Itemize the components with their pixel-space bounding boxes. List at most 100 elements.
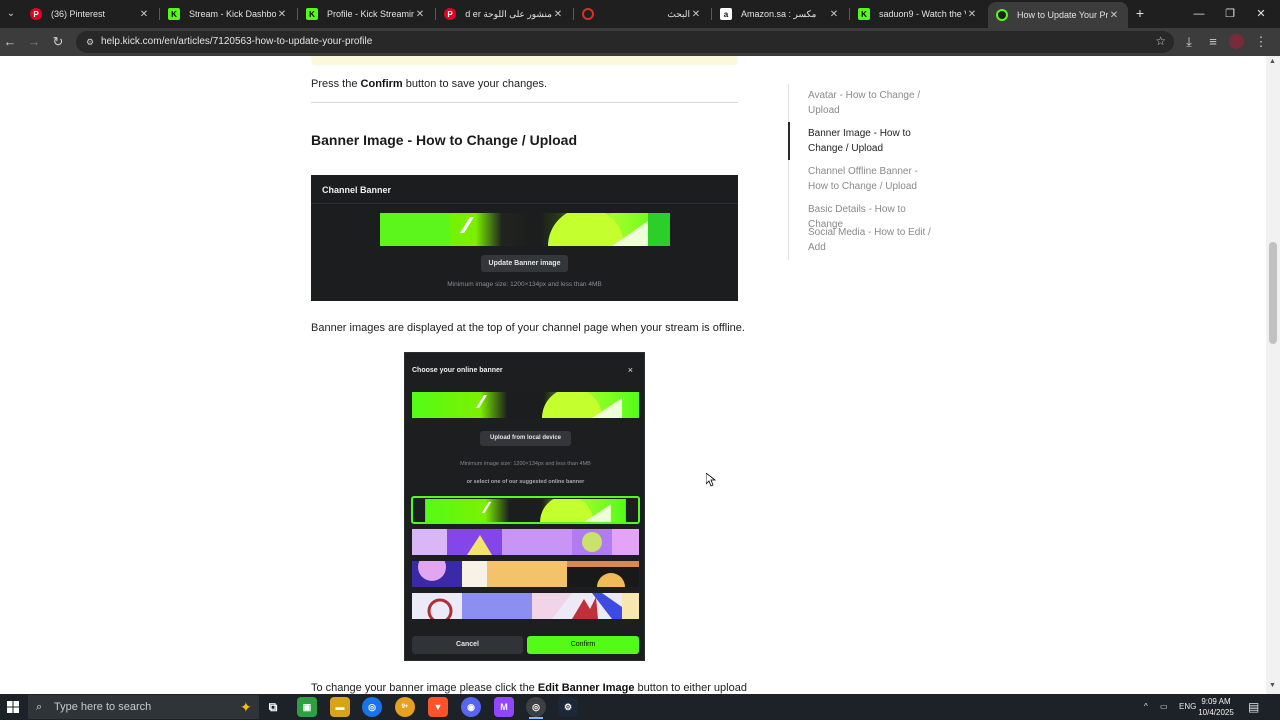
suggested-banner-purple (412, 529, 639, 555)
notifications-icon[interactable]: ▤ (1248, 694, 1259, 720)
banner-artwork (380, 213, 670, 246)
close-tab-icon[interactable]: ✕ (690, 9, 702, 20)
screenshot-title: Channel Banner (322, 185, 392, 195)
close-tab-icon[interactable]: ✕ (828, 9, 840, 20)
download-icon[interactable]: ⤓ (1179, 32, 1199, 52)
notification-badge: 9+ (401, 704, 409, 710)
divider (311, 203, 738, 204)
close-tab-icon[interactable]: ✕ (276, 9, 288, 20)
toc-item-avatar[interactable]: Avatar - How to Change / Upload (808, 88, 938, 118)
section-heading: Banner Image - How to Change / Upload (311, 132, 578, 148)
update-banner-button: Update Banner image (481, 255, 568, 272)
task-view-icon[interactable]: ⧉ (263, 697, 283, 717)
network-icon[interactable]: ▭ (1160, 694, 1168, 720)
toc-item-offline-banner[interactable]: Channel Offline Banner - How to Change /… (808, 164, 938, 194)
close-tab-icon[interactable]: ✕ (414, 9, 426, 20)
close-tab-icon[interactable]: ✕ (552, 9, 564, 20)
toc-item-social-media[interactable]: Social Media - How to Edit / Add (808, 225, 938, 255)
tab-title: Profile - Kick Streaming (327, 9, 414, 19)
tab-pinterest[interactable]: P (36) Pinterest ✕ (22, 2, 158, 26)
tab-search[interactable]: البحث ✕ (574, 2, 710, 26)
current-banner-artwork (412, 392, 639, 418)
clock[interactable]: 9:09 AM 10/4/2025 (1196, 696, 1236, 718)
red-circle-icon (582, 8, 594, 20)
close-tab-icon[interactable]: ✕ (1108, 10, 1120, 21)
modal-title: Choose your online banner (412, 367, 503, 374)
steam-icon[interactable]: ⚙ (558, 697, 578, 717)
cancel-button: Cancel (412, 636, 523, 654)
text-span: To change your banner image please click… (311, 682, 538, 694)
tab-title: البحث (667, 8, 690, 19)
tab-kick-profile[interactable]: K Profile - Kick Streaming ✕ (298, 2, 434, 26)
media-queue-icon[interactable]: ≡ (1203, 32, 1223, 52)
tab-title: (36) Pinterest (51, 9, 106, 19)
twitch-icon[interactable]: M (494, 697, 514, 717)
text-span: Press the (311, 78, 361, 90)
profile-avatar[interactable] (1229, 34, 1244, 49)
minimize-icon[interactable]: — (1183, 0, 1215, 28)
bookmark-star-icon[interactable]: ☆ (1155, 34, 1166, 48)
suggested-banner-orange (412, 561, 639, 587)
toc-rail (788, 84, 789, 260)
site-settings-icon[interactable]: ⚙ (84, 36, 96, 48)
choose-banner-modal-screenshot: Choose your online banner × Upload from … (404, 352, 645, 661)
windows-start-button[interactable] (0, 694, 26, 720)
close-tab-icon[interactable]: ✕ (138, 9, 150, 20)
address-bar[interactable]: ⚙ help.kick.com/en/articles/7120563-how-… (76, 31, 1174, 53)
minecraft-icon[interactable]: ▣ (297, 697, 317, 717)
new-tab-plus-icon[interactable]: + (1131, 4, 1149, 22)
reload-icon[interactable]: ↻ (48, 32, 68, 52)
edit-banner-paragraph: To change your banner image please click… (311, 680, 747, 694)
suggested-text: or select one of our suggested online ba… (466, 479, 585, 485)
discord-icon[interactable]: ◉ (461, 697, 481, 717)
chrome-icon[interactable]: ◎ (362, 697, 382, 717)
tab-kick-vod[interactable]: K saduon9 - Watch the VOD ✕ (850, 2, 986, 26)
restore-icon[interactable]: ❐ (1214, 0, 1246, 28)
channel-banner-screenshot: Channel Banner Update Banner image Minim… (311, 175, 738, 301)
bold-text: Confirm (360, 78, 403, 90)
brave-icon[interactable]: ▼ (428, 697, 448, 717)
file-explorer-icon[interactable]: ▬ (330, 697, 350, 717)
tab-pinterest-board[interactable]: P منشور على اللوحة Build er ✕ (436, 2, 572, 26)
taskbar-search-box[interactable]: ⌕ Type here to search ✦ (28, 695, 259, 719)
back-arrow-icon[interactable]: ← (0, 32, 20, 52)
time-text: 9:09 AM (1201, 697, 1231, 706)
text-span: button to either upload (634, 682, 747, 694)
tab-search-chevron-icon[interactable]: ⌄ (0, 4, 22, 24)
close-tab-icon[interactable]: ✕ (966, 9, 978, 20)
pinterest-icon: P (30, 8, 42, 20)
tab-title: منشور على اللوحة Build er (465, 8, 552, 19)
forward-arrow-icon[interactable]: → (24, 32, 44, 52)
scrollbar-thumb[interactable] (1269, 242, 1277, 344)
toc-active-indicator (788, 122, 790, 160)
min-size-text: Minimum image size: 1200×134px and less … (447, 281, 602, 288)
search-icon: ⌕ (36, 701, 43, 713)
scroll-up-arrow-icon[interactable]: ▲ (1269, 58, 1276, 65)
windows-logo-icon (7, 701, 19, 713)
mouse-cursor-icon (706, 473, 716, 487)
tab-title: Stream - Kick Dashboard (189, 9, 276, 19)
text-span: button to save your changes. (402, 78, 548, 90)
close-window-icon[interactable]: ✕ (1245, 0, 1277, 28)
callout-box (311, 56, 738, 65)
show-hidden-icons-chevron-icon[interactable]: ^ (1144, 694, 1148, 720)
tab-kick-dashboard[interactable]: K Stream - Kick Dashboard ✕ (160, 2, 296, 26)
chrome-active-icon[interactable]: ◎ (526, 697, 546, 717)
vertical-scrollbar[interactable]: ▲ ▼ (1266, 56, 1280, 694)
language-indicator[interactable]: ENG (1179, 694, 1196, 720)
tab-amazon[interactable]: a Amazon.sa : مكسر ✕ (712, 2, 848, 26)
tab-kick-help-active[interactable]: How to Update Your Profile ✕ (988, 2, 1128, 28)
tab-title: How to Update Your Profile (1017, 10, 1108, 20)
date-text: 10/4/2025 (1198, 708, 1234, 717)
kick-support-icon (996, 9, 1008, 21)
pinterest-icon: P (444, 8, 456, 20)
banner-description: Banner images are displayed at the top o… (311, 322, 745, 334)
copilot-sparkle-icon[interactable]: ✦ (240, 698, 252, 716)
chrome-canary-icon[interactable]: 9+ (395, 697, 415, 717)
toc-item-banner-image[interactable]: Banner Image - How to Change / Upload (808, 126, 938, 156)
menu-kebab-icon[interactable]: ⋮ (1251, 32, 1271, 52)
suggested-banner-green (425, 499, 626, 522)
upload-local-button: Upload from local device (480, 431, 571, 446)
page-content: Press the Confirm button to save your ch… (0, 56, 1280, 694)
scroll-down-arrow-icon[interactable]: ▼ (1269, 682, 1276, 689)
